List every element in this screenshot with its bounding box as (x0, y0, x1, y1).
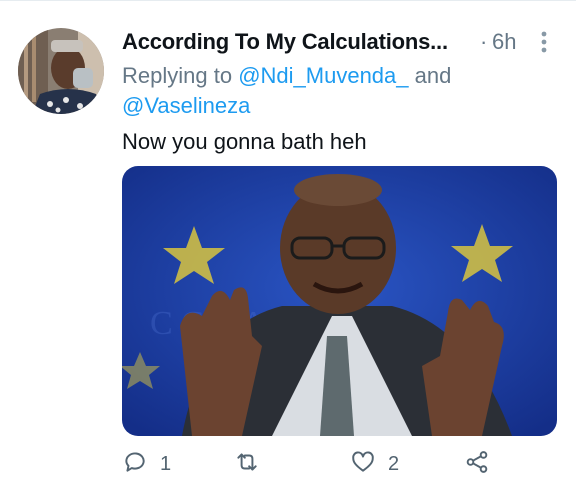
tweet-actions: 1 2 (122, 448, 562, 480)
avatar[interactable] (18, 28, 104, 114)
share-button[interactable] (464, 448, 490, 480)
tweet-text: Now you gonna bath heh (122, 129, 367, 154)
retweet-icon (234, 449, 260, 480)
separator-dot: · (480, 29, 488, 54)
like-count: 2 (388, 452, 400, 475)
timestamp[interactable]: 6h (492, 28, 516, 56)
reply-icon (122, 449, 148, 480)
mention-link[interactable]: @Ndi_Muvenda_ (238, 63, 408, 88)
mention-link[interactable]: @Vaselineza (122, 92, 250, 120)
share-icon (464, 449, 490, 480)
tweet-header: According To My Calculations... · 6h (122, 28, 562, 56)
reply-count: 1 (160, 452, 172, 475)
like-icon (350, 449, 376, 480)
replying-to: Replying to @Ndi_Muvenda_ and (122, 62, 451, 90)
reply-and: and (408, 63, 452, 88)
tweet-media[interactable]: C CIL A U (122, 166, 557, 436)
reply-prefix: Replying to (122, 63, 239, 88)
like-button[interactable]: 2 (350, 448, 399, 480)
reply-button[interactable]: 1 (122, 448, 171, 480)
top-divider (0, 0, 576, 1)
more-options-icon[interactable] (537, 28, 551, 56)
retweet-button[interactable] (234, 448, 272, 480)
display-name[interactable]: According To My Calculations... (122, 28, 448, 56)
